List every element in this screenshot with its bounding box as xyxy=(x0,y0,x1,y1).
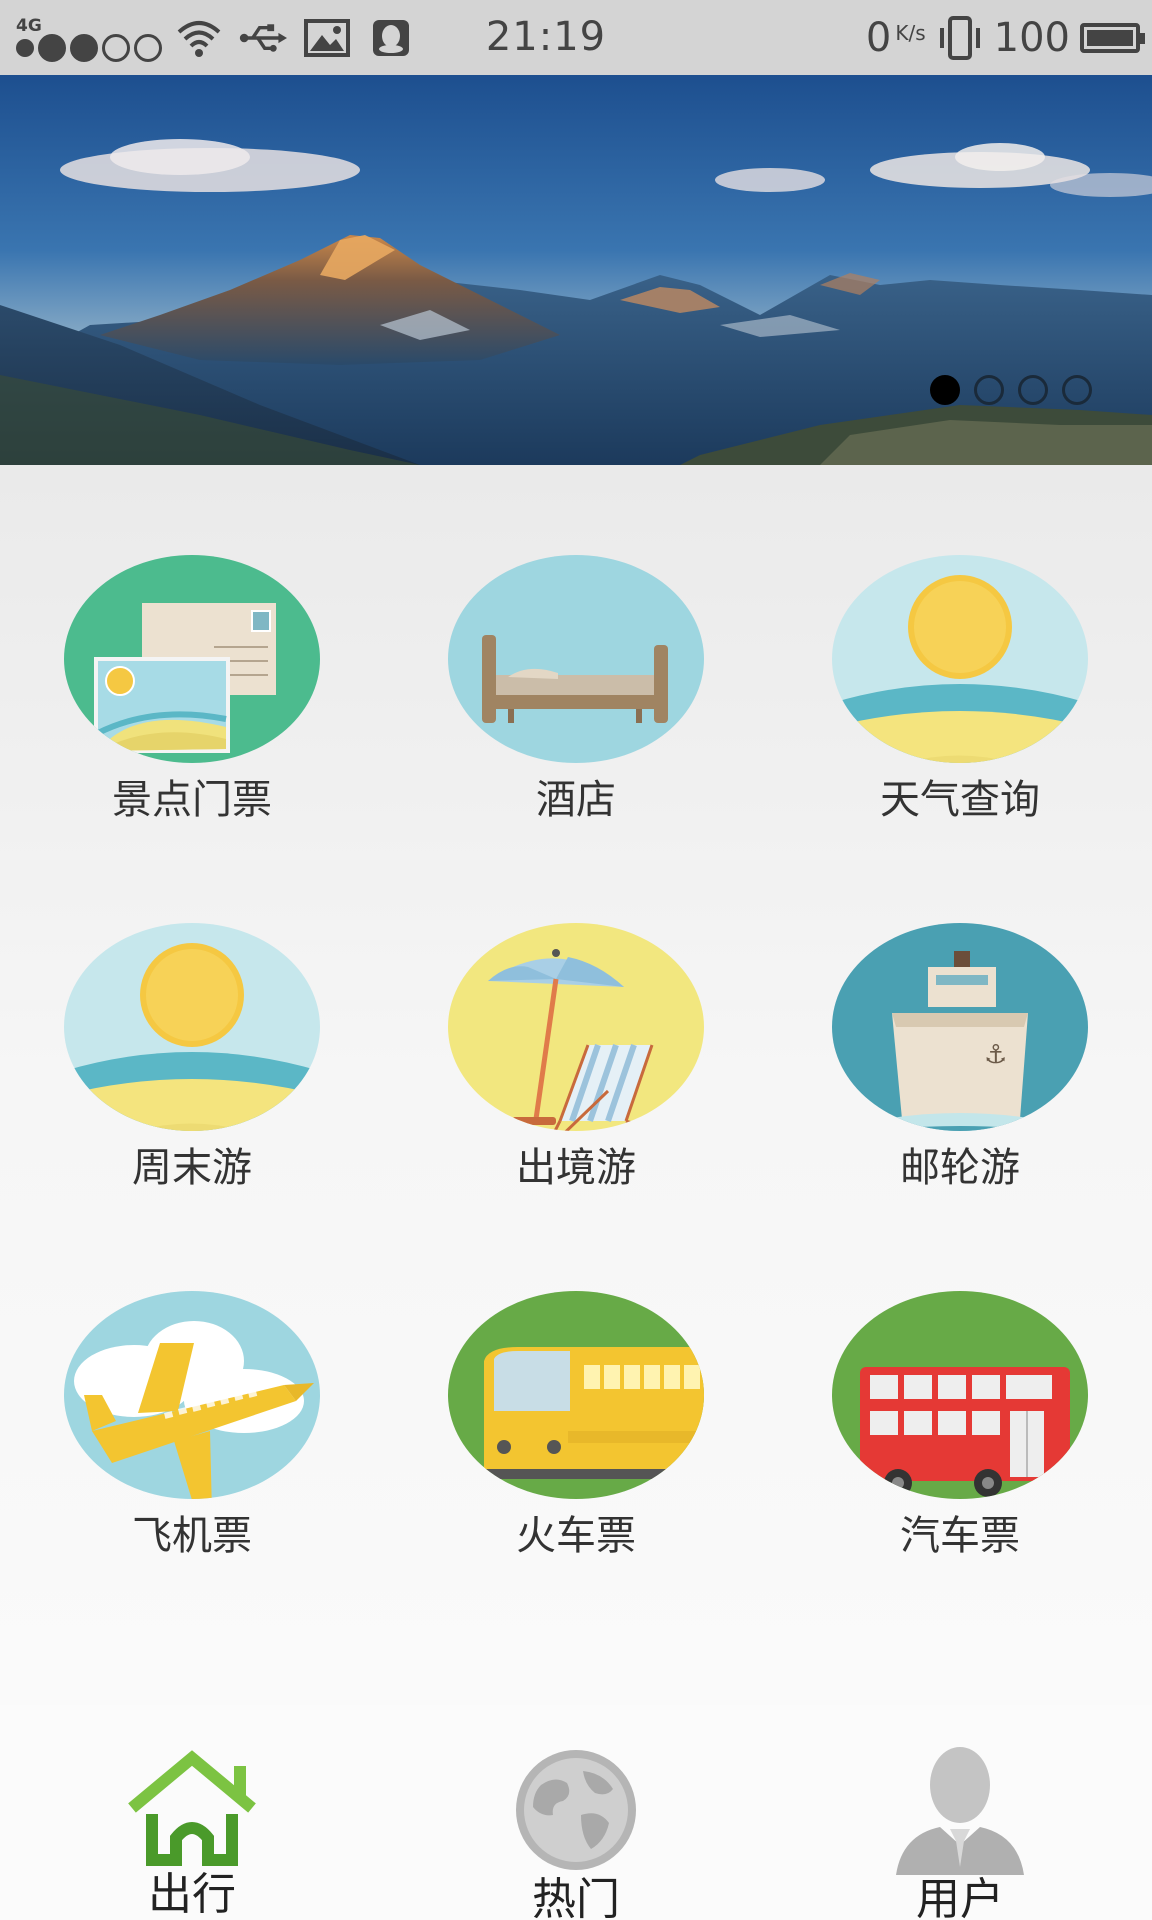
cruise-ship-icon: ⚓ xyxy=(832,923,1088,1131)
home-icon xyxy=(122,1745,262,1870)
grid-item-outbound-trip[interactable]: 出境游 xyxy=(384,833,768,1193)
battery-level: 100 xyxy=(993,14,1070,61)
grid-item-label: 天气查询 xyxy=(880,777,1040,823)
globe-icon xyxy=(506,1745,646,1875)
train-icon xyxy=(448,1291,704,1499)
nav-tab-label: 热门 xyxy=(532,1874,620,1920)
user-icon xyxy=(890,1745,1030,1875)
sun-beach-icon xyxy=(832,555,1088,763)
vibrate-icon xyxy=(936,14,984,62)
grid-item-label: 出境游 xyxy=(516,1145,636,1191)
airplane-icon xyxy=(64,1291,320,1499)
banner-image xyxy=(0,75,1152,465)
beach-umbrella-icon xyxy=(448,923,704,1131)
nav-tab-user[interactable]: 用户 xyxy=(768,1745,1152,1920)
banner-carousel[interactable] xyxy=(0,75,1152,465)
bottom-nav: 出行 热门 用户 xyxy=(0,1705,1152,1920)
bed-icon xyxy=(448,555,704,763)
nav-tab-label: 出行 xyxy=(148,1869,236,1920)
nav-tab-travel[interactable]: 出行 xyxy=(0,1745,384,1920)
grid-item-hotel[interactable]: 酒店 xyxy=(384,465,768,825)
grid-item-scenic-tickets[interactable]: 景点门票 xyxy=(0,465,384,825)
grid-item-label: 景点门票 xyxy=(112,777,272,823)
grid-item-flight[interactable]: 飞机票 xyxy=(0,1201,384,1561)
bus-icon xyxy=(832,1291,1088,1499)
carousel-dot[interactable] xyxy=(1062,375,1092,405)
grid-item-train[interactable]: 火车票 xyxy=(384,1201,768,1561)
grid-item-bus[interactable]: 汽车票 xyxy=(768,1201,1152,1561)
battery-icon xyxy=(1080,22,1145,53)
nav-tab-label: 用户 xyxy=(916,1874,1004,1920)
grid-item-label: 飞机票 xyxy=(132,1513,252,1559)
grid-item-label: 周末游 xyxy=(132,1145,252,1191)
carousel-dot[interactable] xyxy=(930,375,960,405)
grid-item-label: 酒店 xyxy=(536,777,616,823)
nav-tab-popular[interactable]: 热门 xyxy=(384,1745,768,1920)
carousel-dot[interactable] xyxy=(974,375,1004,405)
network-speed: 0 xyxy=(865,14,892,61)
sun-beach-icon xyxy=(64,923,320,1131)
network-speed-unit: K/s xyxy=(895,20,926,45)
svg-text:⚓: ⚓ xyxy=(984,1040,1007,1070)
postcard-icon xyxy=(64,555,320,763)
grid-item-weather[interactable]: 天气查询 xyxy=(768,465,1152,825)
grid-item-label: 邮轮游 xyxy=(900,1145,1020,1191)
grid-item-label: 汽车票 xyxy=(900,1513,1020,1559)
grid-item-cruise[interactable]: ⚓ 邮轮游 xyxy=(768,833,1152,1193)
category-grid: 景点门票 酒店 天气查询 周末游 出境游 ⚓ 邮轮游 飞机票 火车票 汽车票 xyxy=(0,465,1152,1705)
status-bar: 4G 21:19 0 K/s 100 xyxy=(0,0,1152,75)
grid-item-weekend-trip[interactable]: 周末游 xyxy=(0,833,384,1193)
carousel-indicators xyxy=(930,375,1092,405)
grid-item-label: 火车票 xyxy=(516,1513,636,1559)
carousel-dot[interactable] xyxy=(1018,375,1048,405)
